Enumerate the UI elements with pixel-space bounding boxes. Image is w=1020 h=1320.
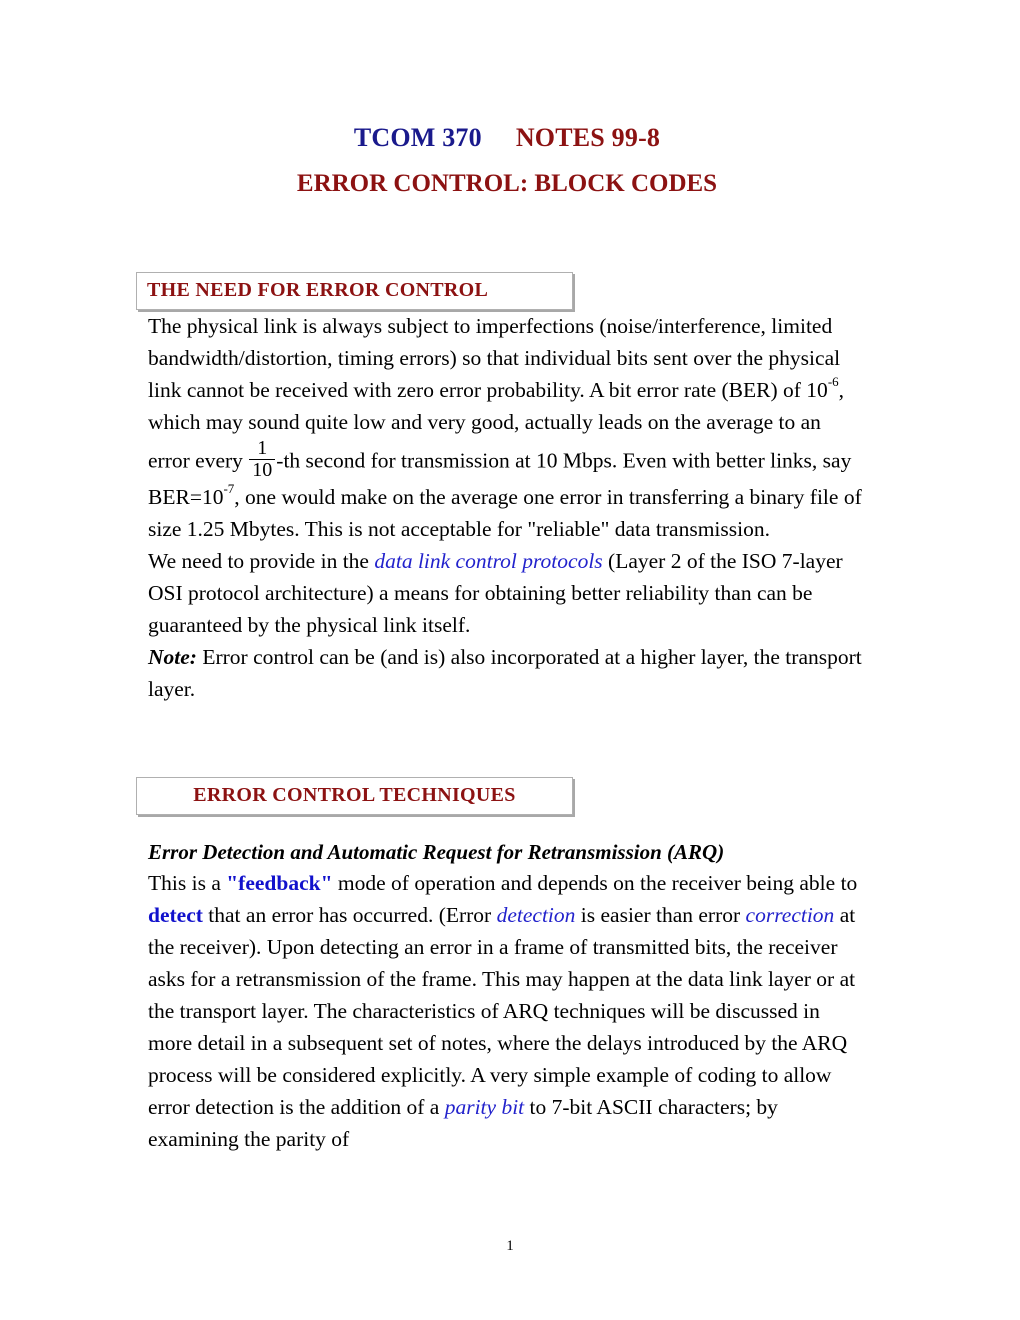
intro-text-part1: The physical link is always subject to i… — [148, 314, 841, 402]
note-label: Note: — [148, 644, 197, 669]
emphasis-feedback: "feedback" — [226, 870, 333, 895]
section-heading-box-techniques: ERROR CONTROL TECHNIQUES — [136, 776, 573, 815]
page-number: 1 — [506, 1238, 514, 1254]
title-course: TCOM 370 — [353, 123, 482, 152]
paragraph-note: Note: Error control can be (and is) also… — [148, 641, 866, 705]
emphasis-detect: detect — [148, 902, 203, 927]
need-text-part1: We need to provide in the — [148, 548, 375, 573]
fraction-numerator: 1 — [257, 437, 268, 459]
arq-text-part2: mode of operation and depends on the rec… — [332, 870, 858, 895]
intro-text-part4: , one would make on the average one erro… — [148, 484, 862, 541]
paragraph-need: We need to provide in the data link cont… — [148, 545, 866, 641]
fraction-denominator: 10 — [252, 459, 273, 482]
arq-text-part1: This is a — [148, 870, 227, 895]
subheading-error-detection-arq: Error Detection and Automatic Request fo… — [148, 839, 725, 864]
page-content: TCOM 370 NOTES 99-8 ERROR CONTROL: BLOCK … — [136, 0, 866, 1155]
section-heading-techniques: ERROR CONTROL TECHNIQUES — [193, 783, 516, 806]
paragraph-arq: This is a "feedback" mode of operation a… — [148, 867, 866, 1155]
note-text: Error control can be (and is) also incor… — [148, 644, 862, 701]
paragraph-intro: The physical link is always subject to i… — [148, 310, 866, 545]
section-heading-need: THE NEED FOR ERROR CONTROL — [147, 279, 489, 301]
emphasis-detection: detection — [496, 902, 576, 927]
fraction-one-tenth: 1 10 — [249, 437, 276, 482]
superscript-minus-seven: -7 — [223, 480, 235, 496]
arq-text-part5: at the receiver). Upon detecting an erro… — [148, 902, 856, 1119]
section-heading-box-need: THE NEED FOR ERROR CONTROL — [136, 272, 573, 310]
title-notes: NOTES 99-8 — [515, 123, 661, 152]
page-subtitle: ERROR CONTROL: BLOCK CODES — [296, 170, 718, 197]
emphasis-parity-bit: parity bit — [444, 1094, 525, 1119]
emphasis-data-link-control-protocols: data link control protocols — [374, 548, 603, 573]
arq-text-part3: that an error has occurred. (Error — [202, 902, 497, 927]
emphasis-correction: correction — [745, 902, 835, 927]
document-page: TCOM 370 NOTES 99-8 ERROR CONTROL: BLOCK … — [0, 0, 1020, 1320]
superscript-minus-six: -6 — [827, 374, 839, 389]
page-title: TCOM 370 NOTES 99-8 — [148, 118, 866, 158]
arq-text-part4: is easier than error — [575, 902, 746, 927]
